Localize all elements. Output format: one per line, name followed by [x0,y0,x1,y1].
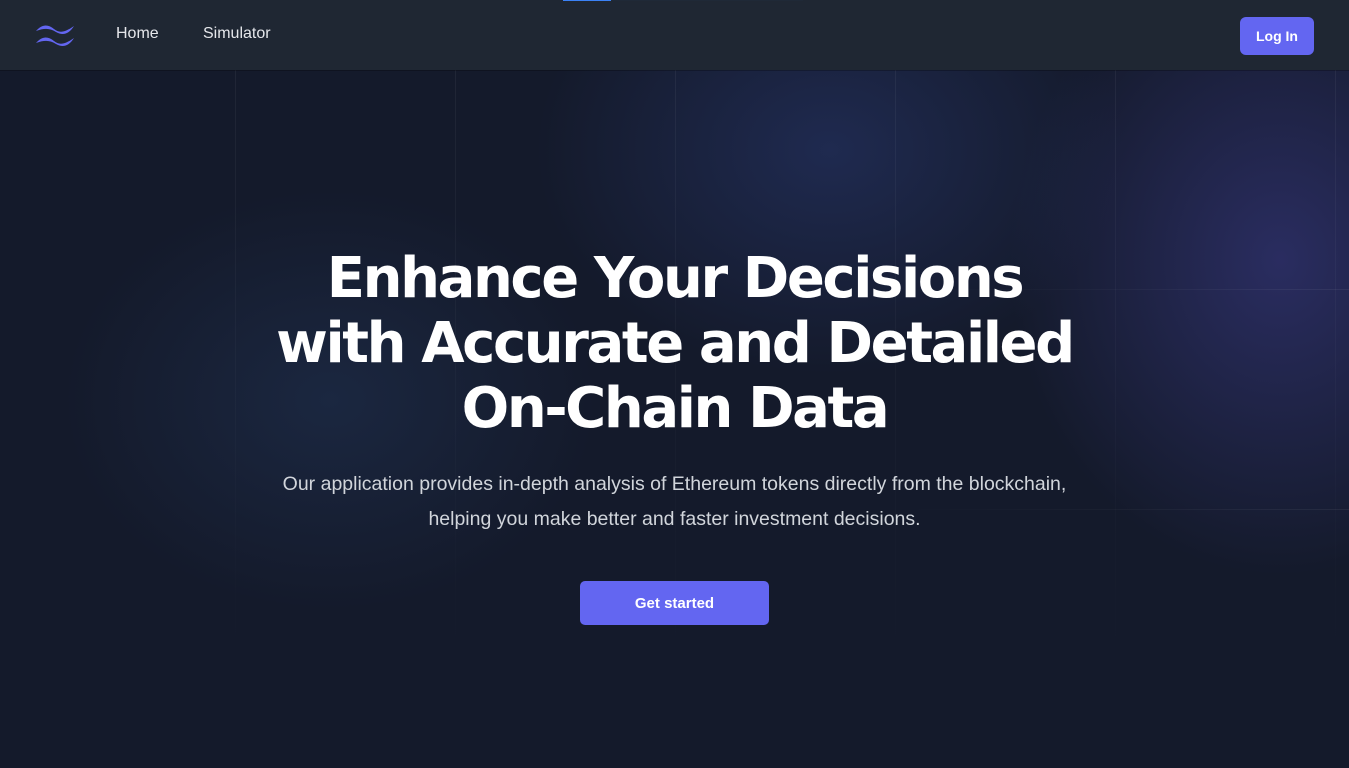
hero-title: Enhance Your Decisions with Accurate and… [0,246,1349,441]
hero-title-line: Enhance Your Decisions [326,246,1025,311]
hero-title-line: On-Chain Data [461,376,890,441]
hero-title-line: with Accurate and Detailed [276,311,1075,376]
login-button[interactable]: Log In [1240,17,1314,55]
hero-subtitle-line: Our application provides in-depth analys… [282,473,1067,495]
logo-icon[interactable] [34,22,78,50]
get-started-button[interactable]: Get started [580,581,769,625]
nav-link-home[interactable]: Home [116,24,159,44]
hero-section: Enhance Your Decisions with Accurate and… [0,246,1349,625]
loading-progress-bar [563,0,803,1]
nav-link-simulator[interactable]: Simulator [203,24,271,44]
hero-subtitle-line: helping you make better and faster inves… [428,508,921,530]
page: Home Simulator Log In Enhance Your Decis… [0,0,1349,768]
top-navbar: Home Simulator Log In [0,0,1349,70]
hero-subtitle: Our application provides in-depth analys… [225,467,1125,537]
